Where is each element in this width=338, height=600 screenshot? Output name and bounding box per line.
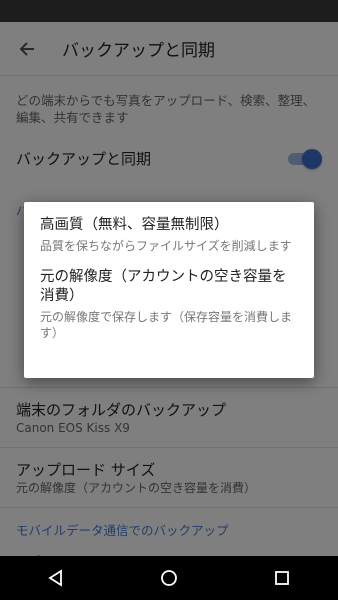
option-high-quality[interactable]: 高画質（無料、容量無制限） 品質を保ちながらファイルサイズを削減します bbox=[40, 216, 298, 254]
square-recents-icon bbox=[274, 571, 289, 585]
triangle-back-icon bbox=[48, 569, 63, 587]
option-high-quality-desc: 品質を保ちながらファイルサイズを削減します bbox=[40, 239, 292, 253]
circle-home-icon bbox=[161, 570, 177, 586]
upload-size-dialog: 高画質（無料、容量無制限） 品質を保ちながらファイルサイズを削減します 元の解像… bbox=[24, 202, 314, 378]
nav-recents-button[interactable] bbox=[252, 556, 312, 600]
nav-back-button[interactable] bbox=[26, 556, 86, 600]
option-original-desc: 元の解像度で保存します（保存容量を消費します） bbox=[40, 310, 293, 340]
option-original[interactable]: 元の解像度（アカウントの空き容量を消費） 元の解像度で保存します（保存容量を消費… bbox=[40, 268, 298, 341]
option-high-quality-title: 高画質（無料、容量無制限） bbox=[40, 217, 229, 233]
option-original-title: 元の解像度（アカウントの空き容量を消費） bbox=[40, 269, 287, 304]
nav-home-button[interactable] bbox=[139, 556, 199, 600]
nav-bar bbox=[0, 556, 338, 600]
